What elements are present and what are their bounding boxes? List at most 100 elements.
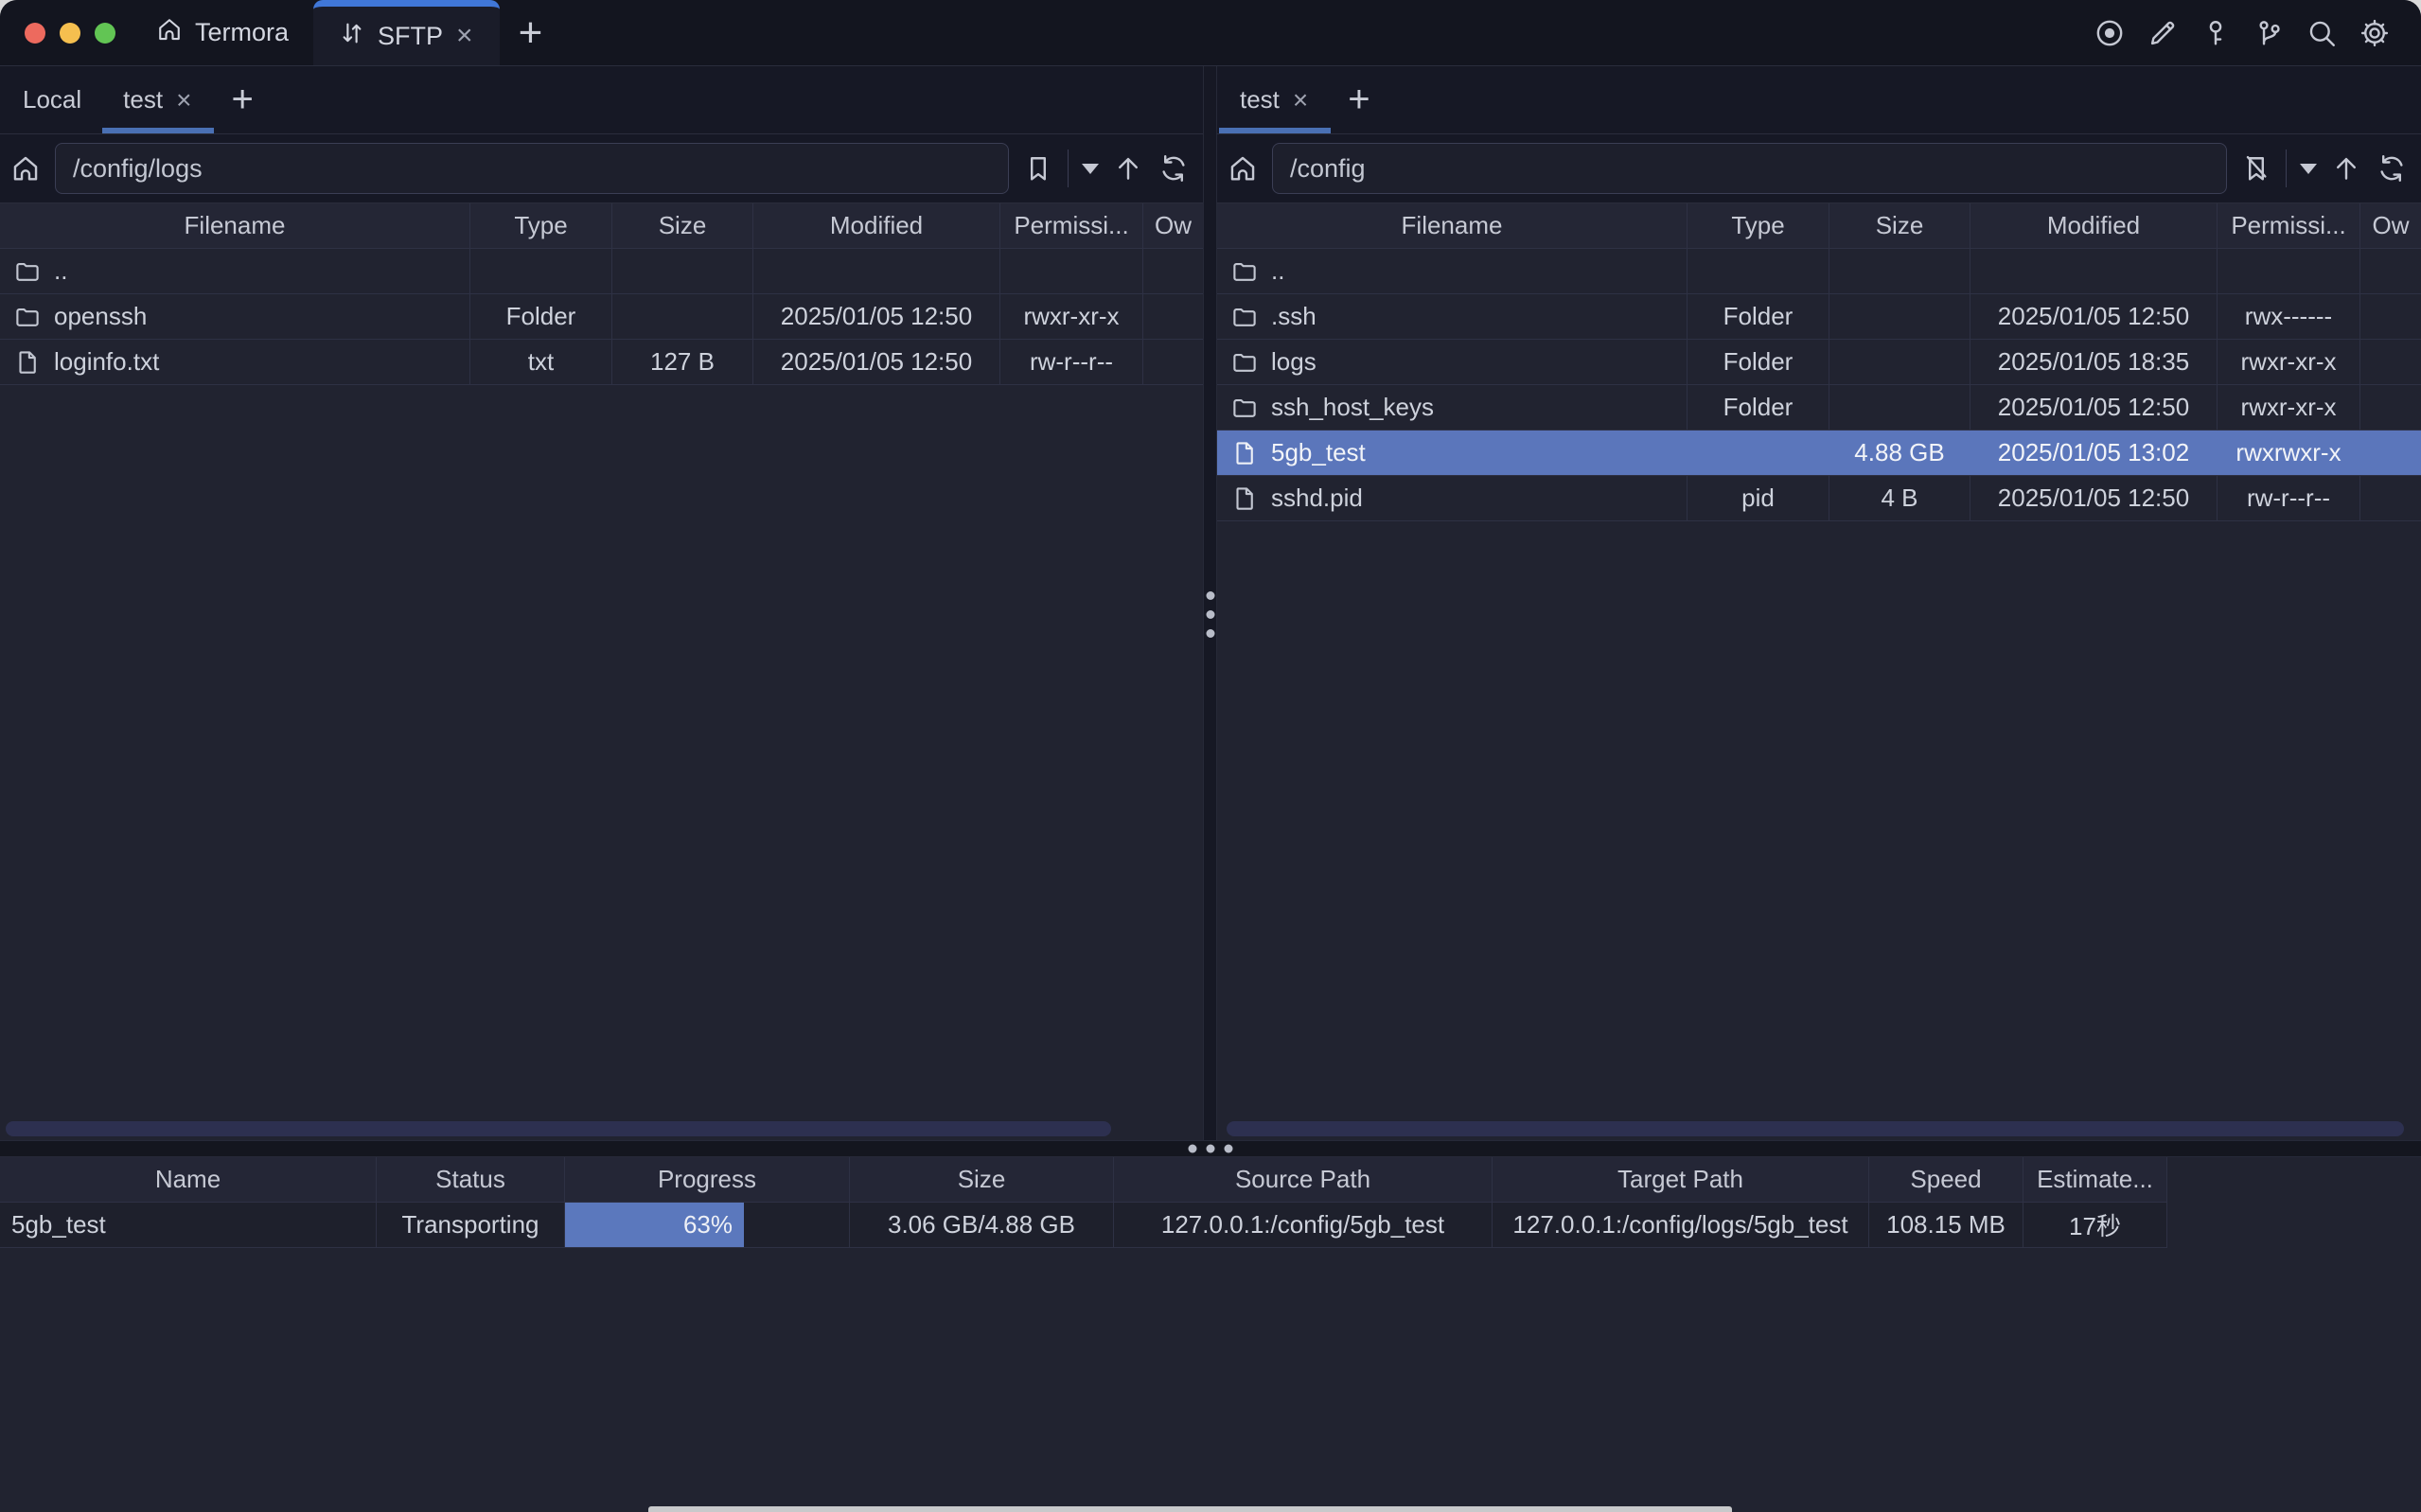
tab-test-right[interactable]: test × xyxy=(1219,66,1331,133)
tab-local[interactable]: Local xyxy=(2,66,102,133)
table-row[interactable]: loginfo.txt txt 127 B 2025/01/05 12:50 r… xyxy=(0,340,1203,385)
transfer-splitter[interactable] xyxy=(0,1140,2421,1157)
col-speed[interactable]: Speed xyxy=(1869,1157,2023,1202)
tab-test-left[interactable]: test × xyxy=(102,66,214,133)
col-progress[interactable]: Progress xyxy=(565,1157,850,1202)
edit-icon[interactable] xyxy=(2147,17,2179,49)
progress-bar-fill: 63% xyxy=(565,1203,744,1247)
table-row-selected[interactable]: 5gb_test 4.88 GB 2025/01/05 13:02 rwxrwx… xyxy=(1217,431,2421,476)
owner-cell xyxy=(2360,385,2421,430)
col-size[interactable]: Size xyxy=(1829,203,1970,248)
search-icon[interactable] xyxy=(2306,17,2338,49)
col-status[interactable]: Status xyxy=(377,1157,565,1202)
size-cell: 4 B xyxy=(1829,476,1970,520)
home-icon[interactable] xyxy=(1227,152,1259,185)
col-size[interactable]: Size xyxy=(850,1157,1114,1202)
pane-splitter[interactable] xyxy=(1203,66,1217,1140)
close-window-button[interactable] xyxy=(25,23,45,44)
permissions-cell: rw-r--r-- xyxy=(2218,476,2360,520)
settings-gear-icon[interactable] xyxy=(2359,17,2391,49)
table-row[interactable]: openssh Folder 2025/01/05 12:50 rwxr-xr-… xyxy=(0,294,1203,340)
bookmark-icon[interactable] xyxy=(1022,152,1054,185)
bookmark-slash-icon[interactable] xyxy=(2240,152,2272,185)
file-icon xyxy=(13,348,42,377)
col-permissions[interactable]: Permissi... xyxy=(2218,203,2360,248)
table-row[interactable]: logs Folder 2025/01/05 18:35 rwxr-xr-x xyxy=(1217,340,2421,385)
close-tab-icon[interactable]: × xyxy=(1291,87,1310,114)
table-row[interactable]: .. xyxy=(1217,249,2421,294)
col-modified[interactable]: Modified xyxy=(753,203,1000,248)
remote-pane: test × + Filename Type Size Modif xyxy=(1217,66,2421,1140)
type-cell: pid xyxy=(1688,476,1829,520)
traffic-lights xyxy=(0,0,131,65)
filename: .. xyxy=(54,256,67,286)
size-cell xyxy=(1829,294,1970,339)
right-new-tab-button[interactable]: + xyxy=(1331,66,1387,133)
bookmark-dropdown-caret-icon[interactable] xyxy=(1082,164,1099,174)
file-icon xyxy=(1230,484,1259,513)
right-path-input[interactable] xyxy=(1272,143,2227,194)
transfer-row[interactable]: 5gb_test Transporting 63% 3.06 GB/4.88 G… xyxy=(0,1203,2167,1248)
zoom-window-button[interactable] xyxy=(95,23,115,44)
horizontal-scrollbar-thumb[interactable] xyxy=(1227,1121,2404,1136)
transfer-table: Name Status Progress Size Source Path Ta… xyxy=(0,1157,2167,1248)
macos-dock-edge xyxy=(648,1506,1732,1512)
owner-cell xyxy=(1143,294,1203,339)
app-window: Termora SFTP × + Local test xyxy=(0,0,2421,1512)
permissions-cell: rwxrwxr-x xyxy=(2218,431,2360,475)
refresh-icon[interactable] xyxy=(1157,152,1190,185)
col-type[interactable]: Type xyxy=(1688,203,1829,248)
up-directory-icon[interactable] xyxy=(1112,152,1144,185)
transfer-arrows-icon xyxy=(338,19,366,54)
refresh-icon[interactable] xyxy=(2376,152,2408,185)
table-row[interactable]: .. xyxy=(0,249,1203,294)
record-icon[interactable] xyxy=(2094,17,2126,49)
tab-label: test xyxy=(123,85,163,114)
col-permissions[interactable]: Permissi... xyxy=(1000,203,1143,248)
permissions-cell: rwxr-xr-x xyxy=(1000,294,1143,339)
type-cell: txt xyxy=(470,340,612,384)
table-row[interactable]: ssh_host_keys Folder 2025/01/05 12:50 rw… xyxy=(1217,385,2421,431)
close-tab-icon[interactable]: × xyxy=(454,22,475,50)
permissions-cell: rwx------ xyxy=(2218,294,2360,339)
up-directory-icon[interactable] xyxy=(2330,152,2362,185)
bookmark-dropdown-caret-icon[interactable] xyxy=(2300,164,2317,174)
col-source-path[interactable]: Source Path xyxy=(1114,1157,1493,1202)
filename: openssh xyxy=(54,302,147,331)
size-cell xyxy=(1829,249,1970,293)
table-row[interactable]: .ssh Folder 2025/01/05 12:50 rwx------ xyxy=(1217,294,2421,340)
keychain-icon[interactable] xyxy=(2253,17,2285,49)
modified-cell: 2025/01/05 12:50 xyxy=(753,340,1000,384)
key-icon[interactable] xyxy=(2200,17,2232,49)
table-row[interactable]: sshd.pid pid 4 B 2025/01/05 12:50 rw-r--… xyxy=(1217,476,2421,521)
col-size[interactable]: Size xyxy=(612,203,753,248)
tab-termora-home[interactable]: Termora xyxy=(131,0,313,65)
permissions-cell xyxy=(2218,249,2360,293)
size-cell xyxy=(612,249,753,293)
col-target-path[interactable]: Target Path xyxy=(1493,1157,1869,1202)
home-icon[interactable] xyxy=(9,152,42,185)
left-pane-tabstrip: Local test × + xyxy=(0,66,1203,134)
close-tab-icon[interactable]: × xyxy=(174,87,193,114)
col-owner[interactable]: Ow xyxy=(1143,203,1203,248)
modified-cell xyxy=(753,249,1000,293)
col-owner[interactable]: Ow xyxy=(2360,203,2421,248)
col-name[interactable]: Name xyxy=(0,1157,377,1202)
left-new-tab-button[interactable]: + xyxy=(214,66,270,133)
transfer-speed-cell: 108.15 MB xyxy=(1869,1203,2023,1247)
transfer-target-cell: 127.0.0.1:/config/logs/5gb_test xyxy=(1493,1203,1869,1247)
col-type[interactable]: Type xyxy=(470,203,612,248)
left-path-input[interactable] xyxy=(55,143,1009,194)
new-window-tab-button[interactable]: + xyxy=(500,0,562,65)
tab-sftp[interactable]: SFTP × xyxy=(313,0,500,65)
col-filename[interactable]: Filename xyxy=(0,203,470,248)
col-estimate[interactable]: Estimate... xyxy=(2023,1157,2167,1202)
modified-cell: 2025/01/05 12:50 xyxy=(1970,476,2218,520)
tab-label: test xyxy=(1240,85,1280,114)
col-filename[interactable]: Filename xyxy=(1217,203,1688,248)
col-modified[interactable]: Modified xyxy=(1970,203,2218,248)
horizontal-scrollbar-thumb[interactable] xyxy=(6,1121,1111,1136)
filename: ssh_host_keys xyxy=(1271,393,1434,422)
minimize-window-button[interactable] xyxy=(60,23,80,44)
folder-icon xyxy=(1230,348,1259,377)
